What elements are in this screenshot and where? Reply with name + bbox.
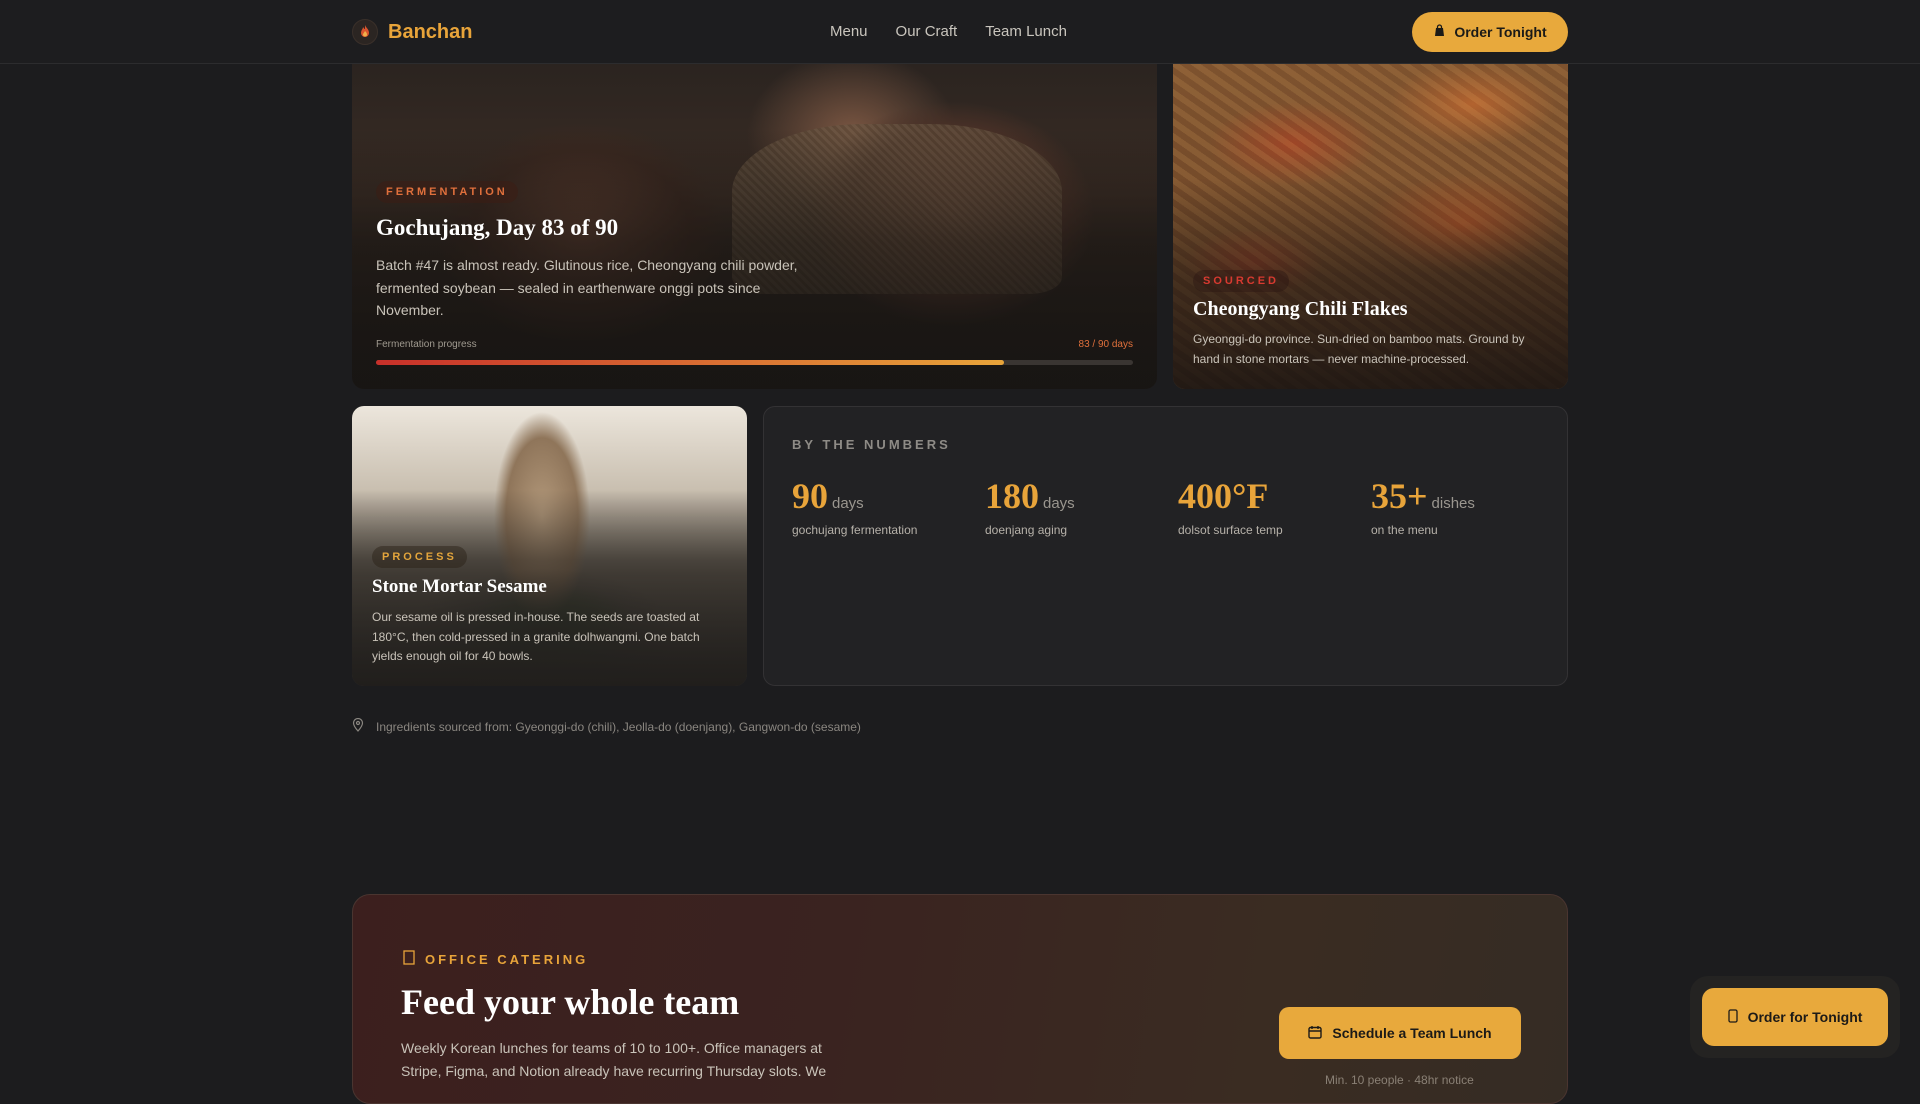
stone-mortar-card[interactable]: PROCESS Stone Mortar Sesame Our sesame o… bbox=[352, 406, 747, 686]
bag-icon bbox=[1433, 24, 1446, 40]
hero-description: Batch #47 is almost ready. Glutinous ric… bbox=[376, 257, 798, 318]
process-tag: PROCESS bbox=[372, 546, 467, 568]
calendar-icon bbox=[1308, 1025, 1323, 1042]
order-tonight-button[interactable]: Order Tonight bbox=[1412, 12, 1568, 52]
sourced-tag: SOURCED bbox=[1193, 270, 1290, 292]
chili-flakes-card[interactable]: SOURCED Cheongyang Chili Flakes Gyeonggi… bbox=[1173, 64, 1568, 389]
stat-value: 35+ bbox=[1371, 476, 1428, 516]
chili-title: Cheongyang Chili Flakes bbox=[1193, 298, 1408, 320]
fermentation-tag: FERMENTATION bbox=[376, 181, 518, 203]
fermentation-card[interactable]: FERMENTATION Gochujang, Day 83 of 90 Bat… bbox=[352, 64, 1157, 389]
sourcing-text: Ingredients sourced from: Gyeonggi-do (c… bbox=[376, 719, 861, 734]
schedule-team-lunch-button[interactable]: Schedule a Team Lunch bbox=[1279, 1007, 1521, 1059]
catering-note: Min. 10 people · 48hr notice bbox=[1325, 1073, 1474, 1087]
stat-doenjang: 180 days doenjang aging bbox=[985, 475, 1075, 537]
sourcing-note: Ingredients sourced from: Gyeonggi-do (c… bbox=[352, 717, 861, 735]
sesame-description: Our sesame oil is pressed in-house. The … bbox=[372, 610, 700, 663]
stat-value: 400°F bbox=[1178, 476, 1269, 516]
catering-eyebrow: OFFICE CATERING bbox=[403, 950, 588, 968]
catering-eyebrow-text: OFFICE CATERING bbox=[425, 951, 589, 967]
stat-unit: days bbox=[1043, 495, 1075, 512]
stat-value: 180 bbox=[985, 476, 1039, 516]
nav-link-our-craft[interactable]: Our Craft bbox=[896, 23, 958, 40]
office-catering-section: OFFICE CATERING Feed your whole team Wee… bbox=[352, 894, 1568, 1104]
numbers-eyebrow: BY THE NUMBERS bbox=[792, 437, 951, 452]
flame-logo-icon bbox=[352, 19, 378, 45]
stat-dishes: 35+ dishes on the menu bbox=[1371, 475, 1475, 537]
catering-title: Feed your whole team bbox=[401, 982, 740, 1022]
progress-fill bbox=[376, 360, 1005, 365]
map-pin-icon bbox=[352, 717, 364, 735]
fermentation-progress-bar bbox=[376, 360, 1133, 365]
progress-count: 83 / 90 days bbox=[1078, 339, 1133, 350]
sesame-title: Stone Mortar Sesame bbox=[372, 576, 547, 597]
stat-unit: dishes bbox=[1431, 495, 1475, 512]
stat-label: dolsot surface temp bbox=[1178, 523, 1283, 537]
nav-link-team-lunch[interactable]: Team Lunch bbox=[985, 23, 1067, 40]
chili-description: Gyeonggi-do province. Sun-dried on bambo… bbox=[1193, 332, 1525, 366]
stat-gochujang: 90 days gochujang fermentation bbox=[792, 475, 917, 537]
order-tonight-label: Order Tonight bbox=[1454, 24, 1547, 40]
stat-label: gochujang fermentation bbox=[792, 523, 918, 537]
order-for-tonight-button[interactable]: Order for Tonight bbox=[1702, 988, 1888, 1046]
phone-icon bbox=[1727, 1008, 1738, 1026]
brand-name: Banchan bbox=[388, 20, 473, 43]
stat-label: doenjang aging bbox=[985, 523, 1068, 537]
stat-value: 90 bbox=[792, 476, 828, 516]
catering-description: Weekly Korean lunches for teams of 10 to… bbox=[401, 1040, 827, 1079]
building-icon bbox=[403, 950, 415, 968]
schedule-label: Schedule a Team Lunch bbox=[1332, 1025, 1492, 1041]
stat-label: on the menu bbox=[1371, 523, 1438, 537]
brand[interactable]: Banchan bbox=[352, 19, 472, 45]
stat-unit: days bbox=[832, 495, 864, 512]
floating-order-widget: Order for Tonight bbox=[1690, 976, 1900, 1058]
order-for-tonight-label: Order for Tonight bbox=[1747, 1009, 1863, 1025]
stat-dolsot: 400°F dolsot surface temp bbox=[1178, 475, 1283, 537]
hero-title: Gochujang, Day 83 of 90 bbox=[376, 215, 619, 240]
progress-label: Fermentation progress bbox=[376, 339, 477, 350]
top-nav: Banchan Menu Our Craft Team Lunch Order … bbox=[0, 0, 1920, 64]
nav-link-menu[interactable]: Menu bbox=[830, 23, 868, 40]
nav-links: Menu Our Craft Team Lunch bbox=[830, 23, 1067, 40]
by-the-numbers-panel: BY THE NUMBERS 90 days gochujang fermenta… bbox=[763, 406, 1568, 686]
